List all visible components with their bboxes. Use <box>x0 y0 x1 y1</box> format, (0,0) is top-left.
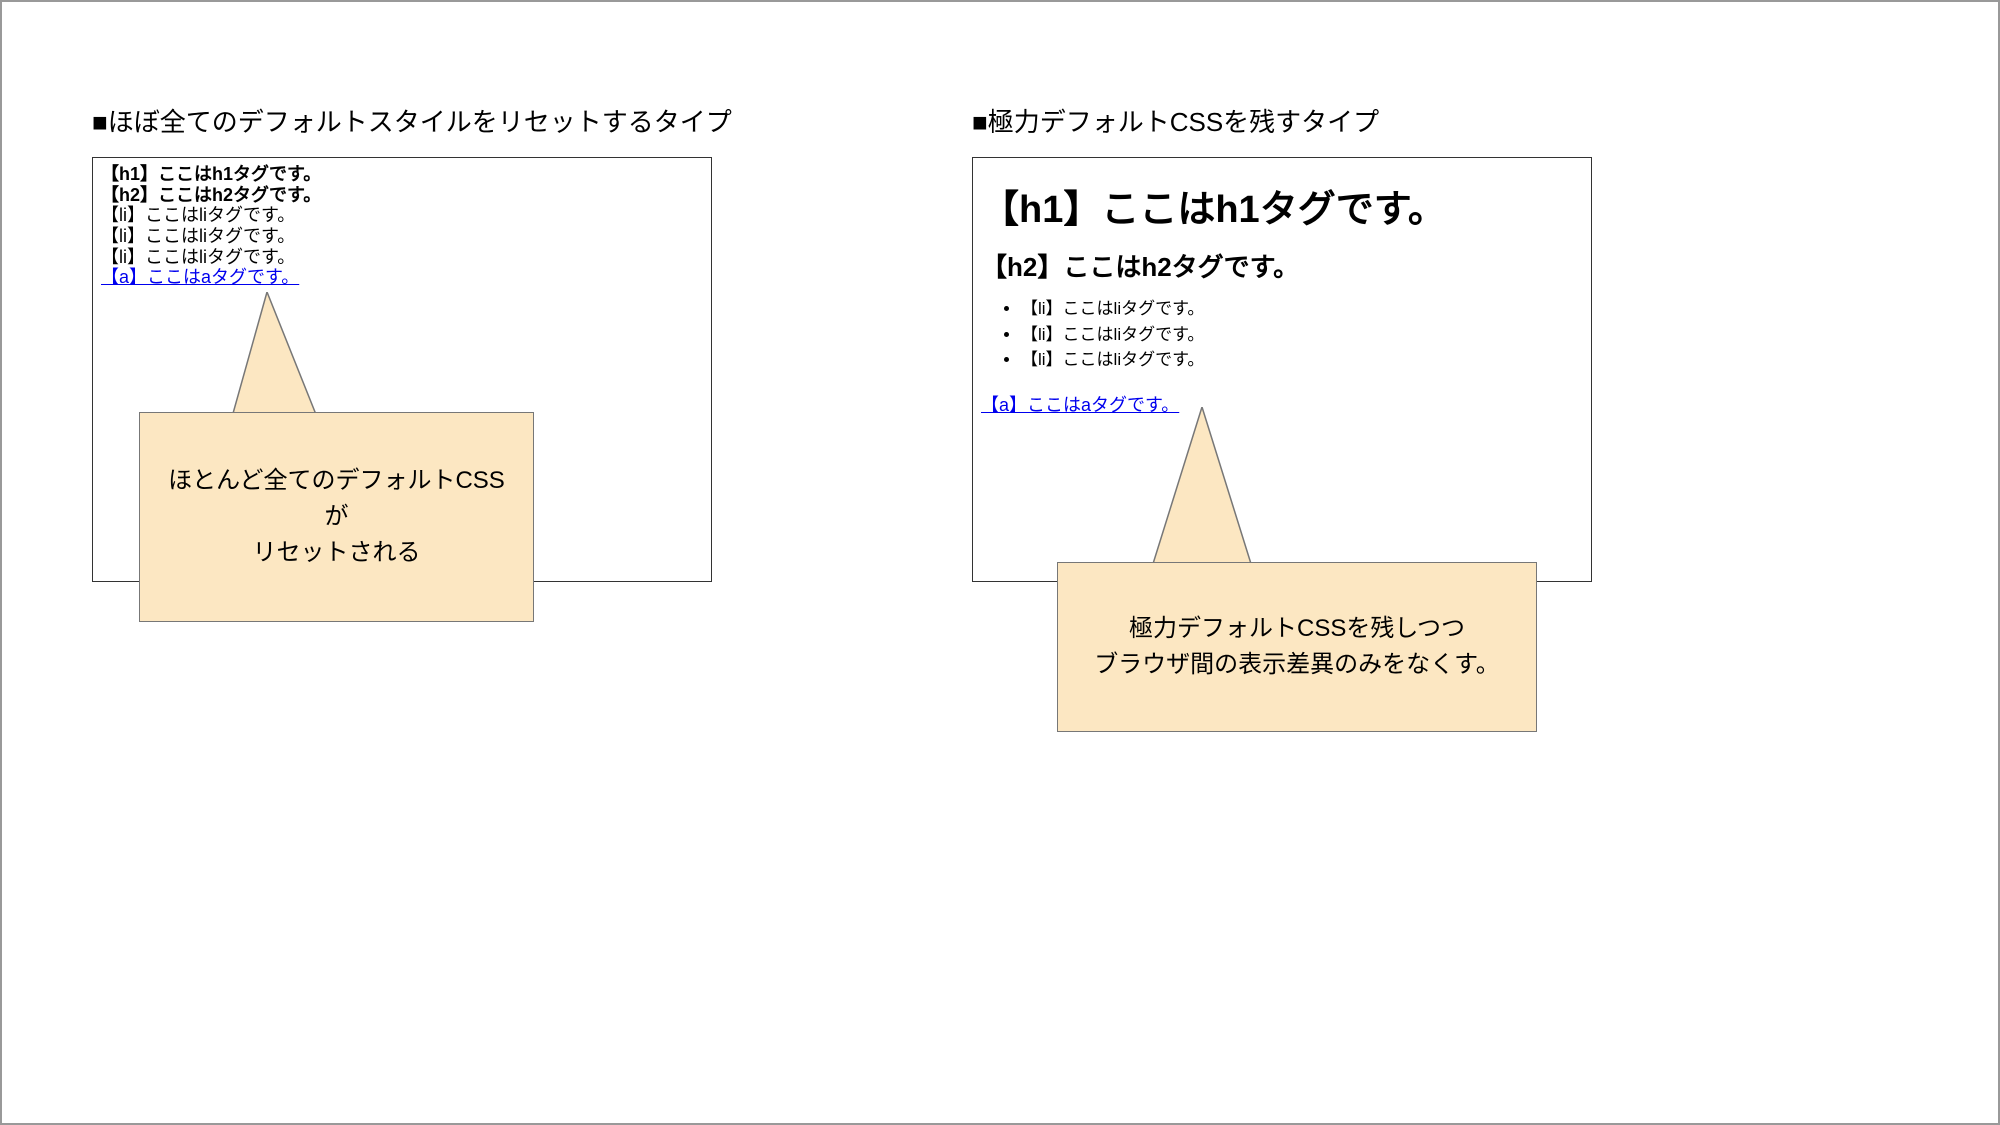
reset-h2-text: 【h2】ここはh2タグです。 <box>101 185 703 206</box>
callout-line: ほとんど全てのデフォルトCSSが <box>168 467 505 530</box>
callout-line: ブラウザ間の表示差異のみをなくす。 <box>1094 651 1500 678</box>
normalize-li-text: 【li】ここはliタグです。 <box>1021 347 1583 373</box>
normalize-css-example-box: 【h1】ここはh1タグです。 【h2】ここはh2タグです。 【li】ここはliタ… <box>972 157 1592 582</box>
callout-line: 極力デフォルトCSSを残しつつ <box>1129 615 1465 642</box>
normalize-li-text: 【li】ここはliタグです。 <box>1021 296 1583 322</box>
normalize-h1-text: 【h1】ここはh1タグです。 <box>981 178 1583 233</box>
left-section-title: ■ほぼ全てのデフォルトスタイルをリセットするタイプ <box>92 102 712 139</box>
normalize-li-text: 【li】ここはliタグです。 <box>1021 322 1583 348</box>
left-callout-tail <box>227 292 327 422</box>
reset-li-text: 【li】ここはliタグです。 <box>101 226 703 247</box>
reset-li-text: 【li】ここはliタグです。 <box>101 205 703 226</box>
callout-text: 極力デフォルトCSSを残しつつ ブラウザ間の表示差異のみをなくす。 <box>1094 611 1500 683</box>
reset-a-link[interactable]: 【a】ここはaタグです。 <box>101 267 299 288</box>
left-callout: ほとんど全てのデフォルトCSSが リセットされる <box>139 412 534 622</box>
reset-li-text: 【li】ここはliタグです。 <box>101 247 703 268</box>
normalize-ul: 【li】ここはliタグです。 【li】ここはliタグです。 【li】ここはliタ… <box>981 296 1583 373</box>
normalize-h2-text: 【h2】ここはh2タグです。 <box>981 247 1583 284</box>
callout-line: リセットされる <box>253 539 421 566</box>
right-column: ■極力デフォルトCSSを残すタイプ 【h1】ここはh1タグです。 【h2】ここは… <box>972 102 1592 582</box>
reset-h1-text: 【h1】ここはh1タグです。 <box>101 164 703 185</box>
right-callout: 極力デフォルトCSSを残しつつ ブラウザ間の表示差異のみをなくす。 <box>1057 562 1537 732</box>
right-callout-tail <box>1147 407 1267 572</box>
right-section-title: ■極力デフォルトCSSを残すタイプ <box>972 102 1592 139</box>
diagram-frame: ■ほぼ全てのデフォルトスタイルをリセットするタイプ 【h1】ここはh1タグです。… <box>0 0 2000 1125</box>
callout-text: ほとんど全てのデフォルトCSSが リセットされる <box>160 463 513 571</box>
